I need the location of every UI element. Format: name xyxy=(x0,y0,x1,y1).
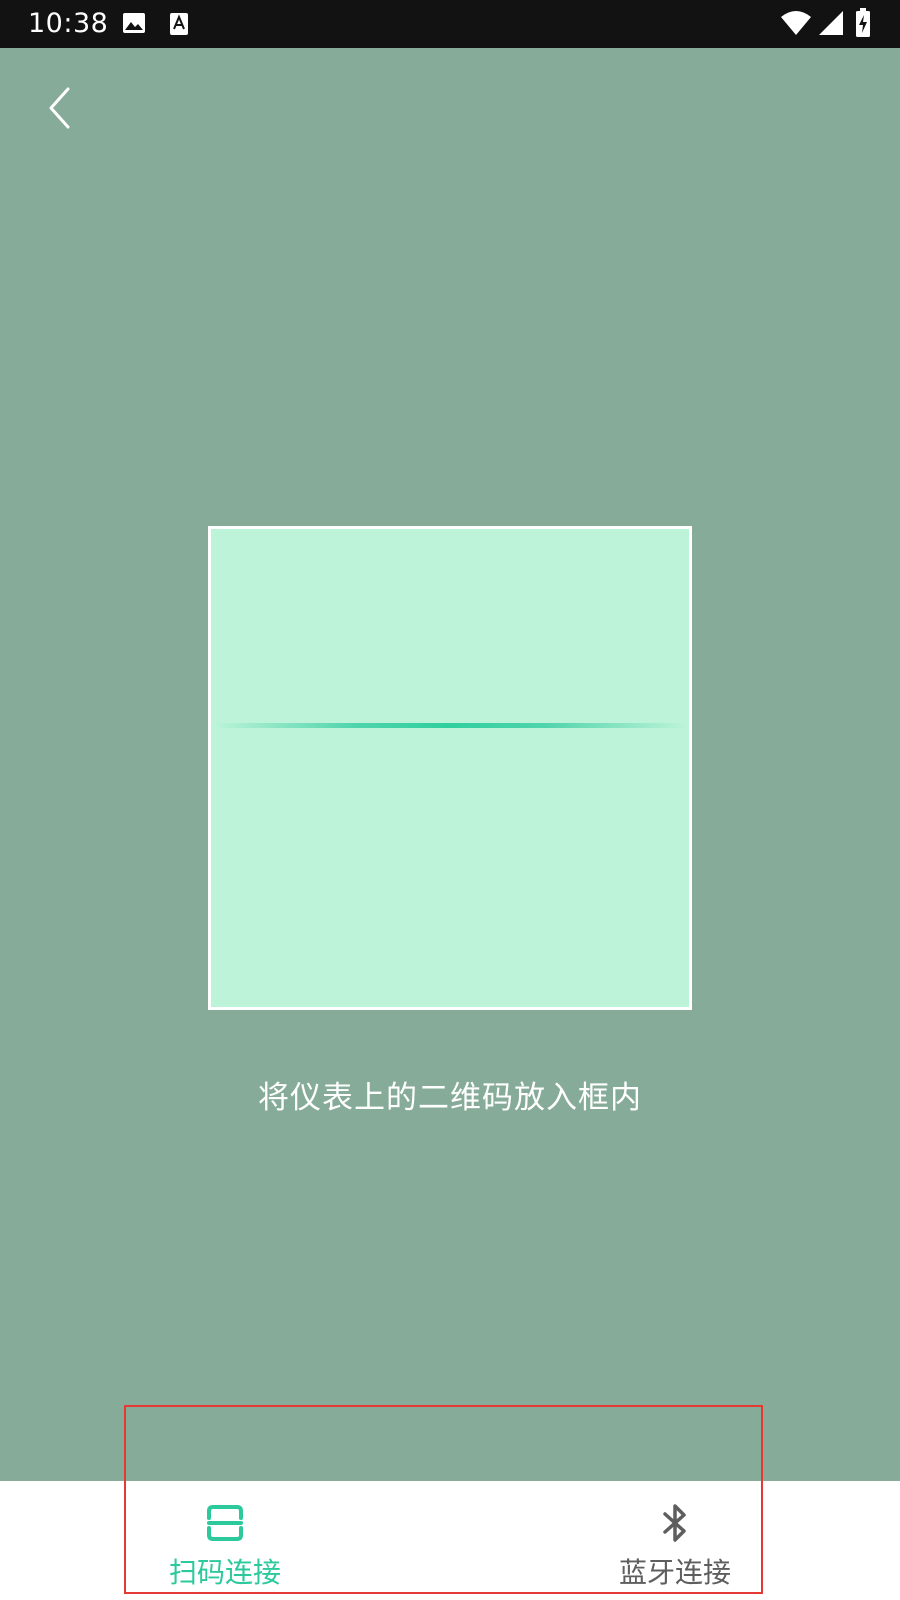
bottom-tab-bar: 扫码连接 蓝牙连接 xyxy=(0,1481,900,1600)
bluetooth-icon xyxy=(660,1503,690,1543)
chevron-left-icon xyxy=(49,87,70,129)
tab-label: 扫码连接 xyxy=(168,1556,281,1589)
scan-frame xyxy=(208,526,692,1010)
image-icon xyxy=(122,12,146,38)
a-icon xyxy=(169,12,189,40)
wifi-icon xyxy=(780,10,812,40)
tab-label: 蓝牙连接 xyxy=(618,1556,731,1589)
battery-charging-icon xyxy=(855,8,871,42)
scan-icon xyxy=(206,1503,244,1543)
status-time: 10:38 xyxy=(28,8,109,39)
back-button[interactable] xyxy=(36,80,84,136)
status-bar: 10:38 xyxy=(0,0,900,48)
signal-icon xyxy=(818,10,844,40)
tab-bluetooth-connect[interactable]: 蓝牙连接 xyxy=(575,1481,775,1600)
scan-line xyxy=(213,723,687,728)
scan-connect-screen: 10:38 将仪表上的二维码放入框内 扫码连接 蓝牙连接 xyxy=(0,0,900,1600)
tab-scan-connect[interactable]: 扫码连接 xyxy=(125,1481,325,1600)
scan-hint-text: 将仪表上的二维码放入框内 xyxy=(258,1080,642,1116)
